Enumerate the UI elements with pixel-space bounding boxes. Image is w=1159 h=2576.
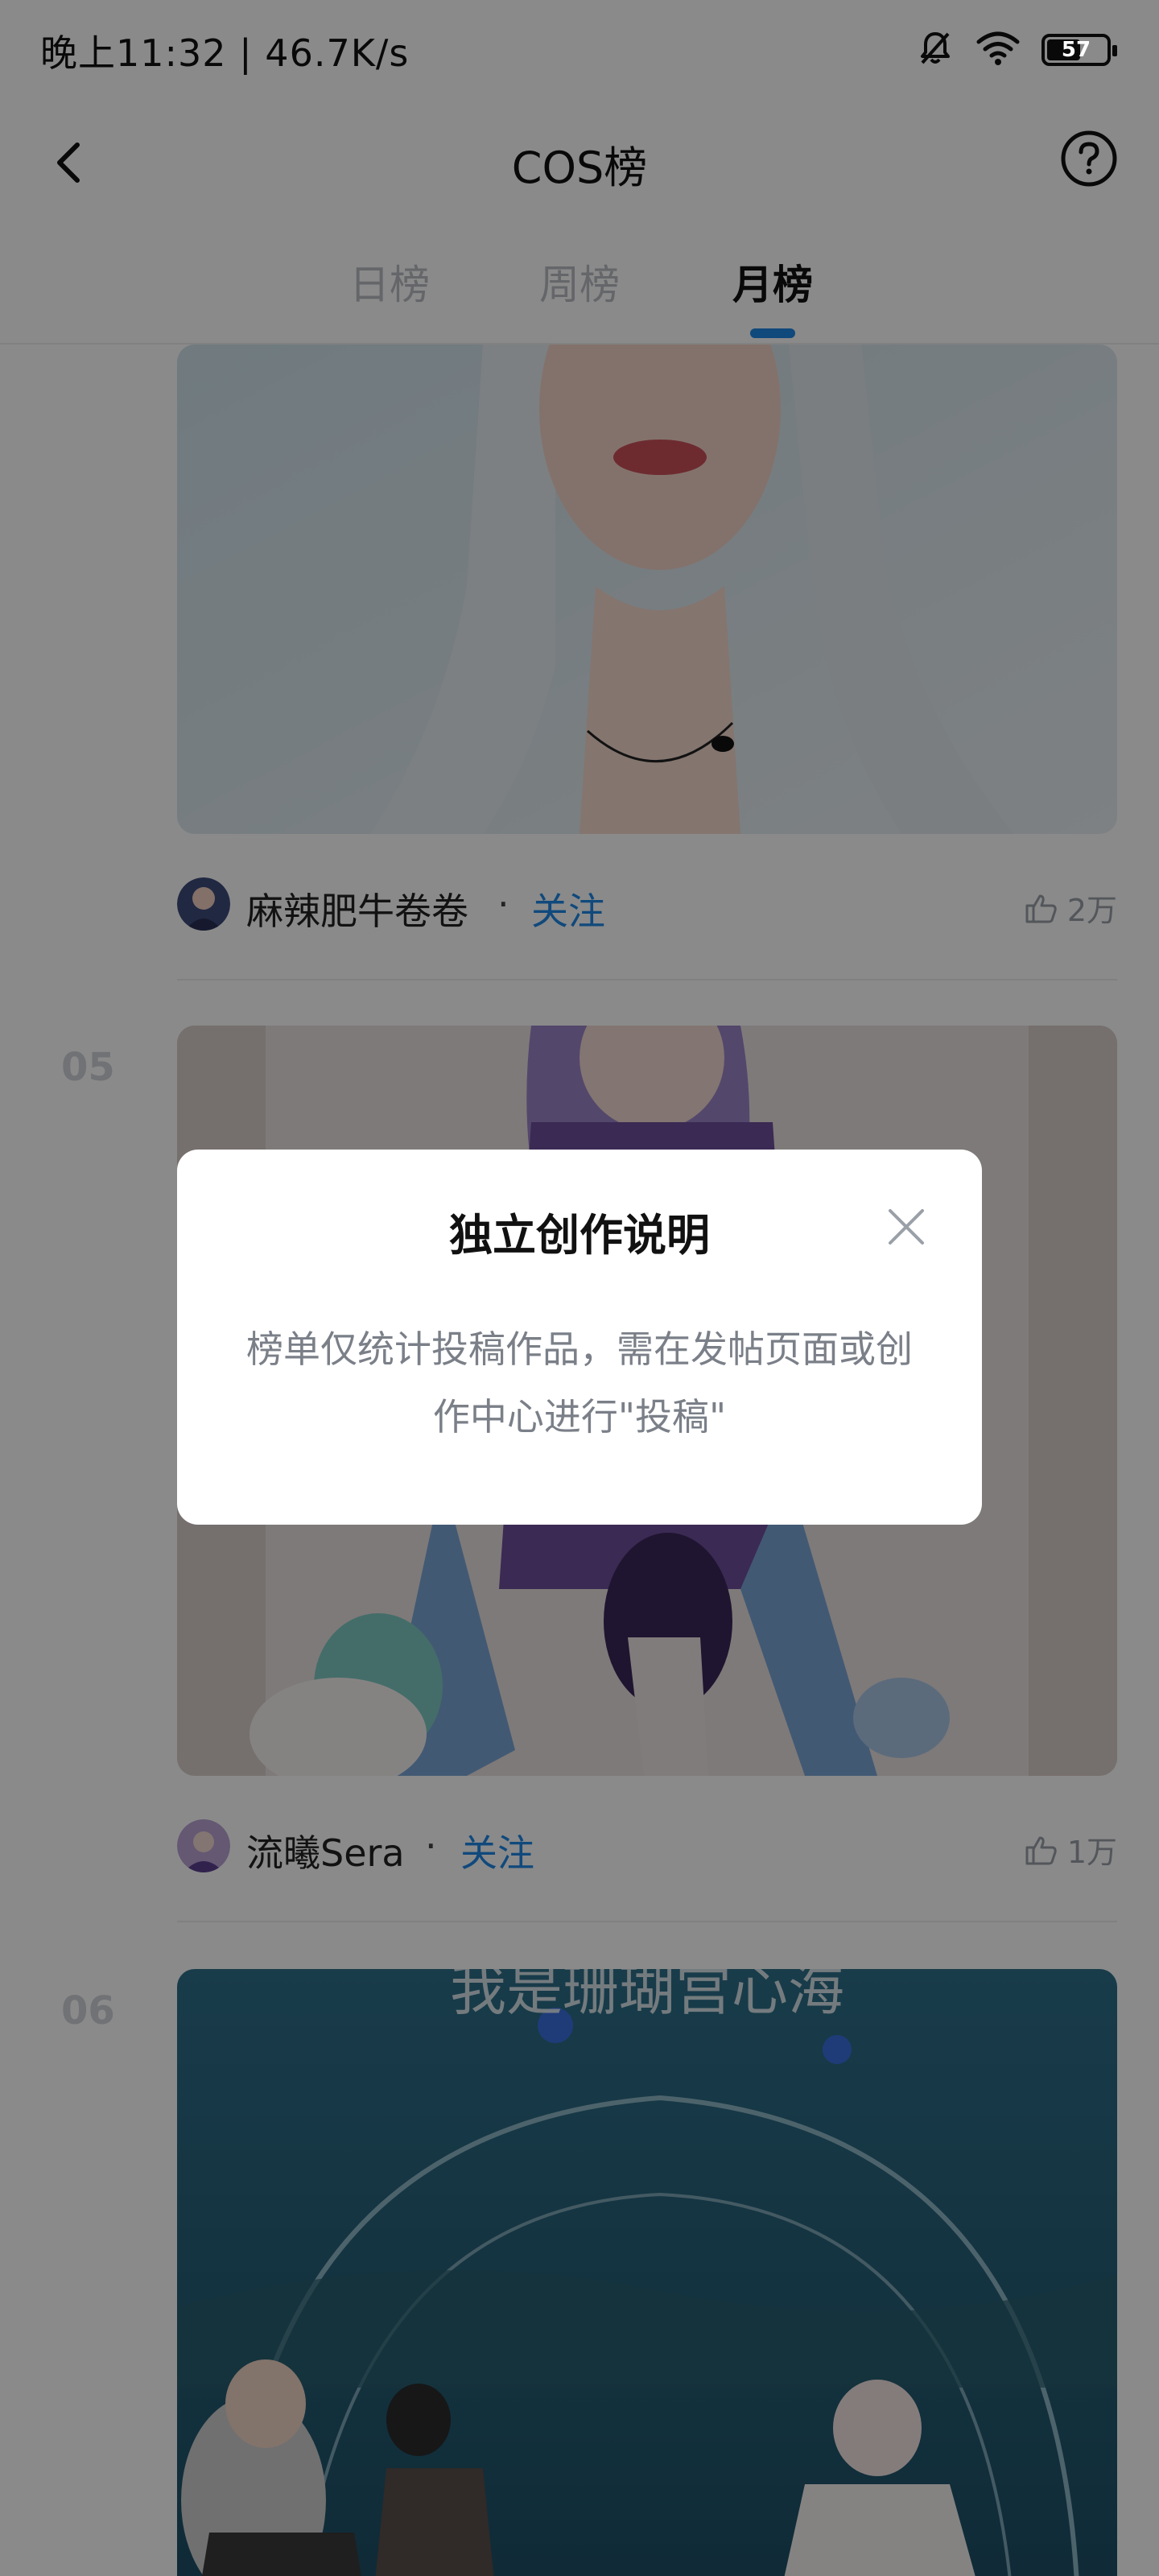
close-button[interactable] [885, 1206, 927, 1248]
close-icon [889, 1209, 924, 1245]
dialog-title: 独立创作说明 [449, 1210, 710, 1261]
battery-percent: 57 [1061, 38, 1091, 62]
app-screen: 晚上11:32 | 46.7K/s 57 COS榜 日榜 周榜 月榜 麻辣肥牛卷… [0, 0, 1159, 2576]
dialog-message: 榜单仅统计投稿作品，需在发帖页面或创作中心进行"投稿" [246, 1327, 913, 1439]
info-dialog: 独立创作说明 榜单仅统计投稿作品，需在发帖页面或创作中心进行"投稿" [177, 1150, 982, 1525]
